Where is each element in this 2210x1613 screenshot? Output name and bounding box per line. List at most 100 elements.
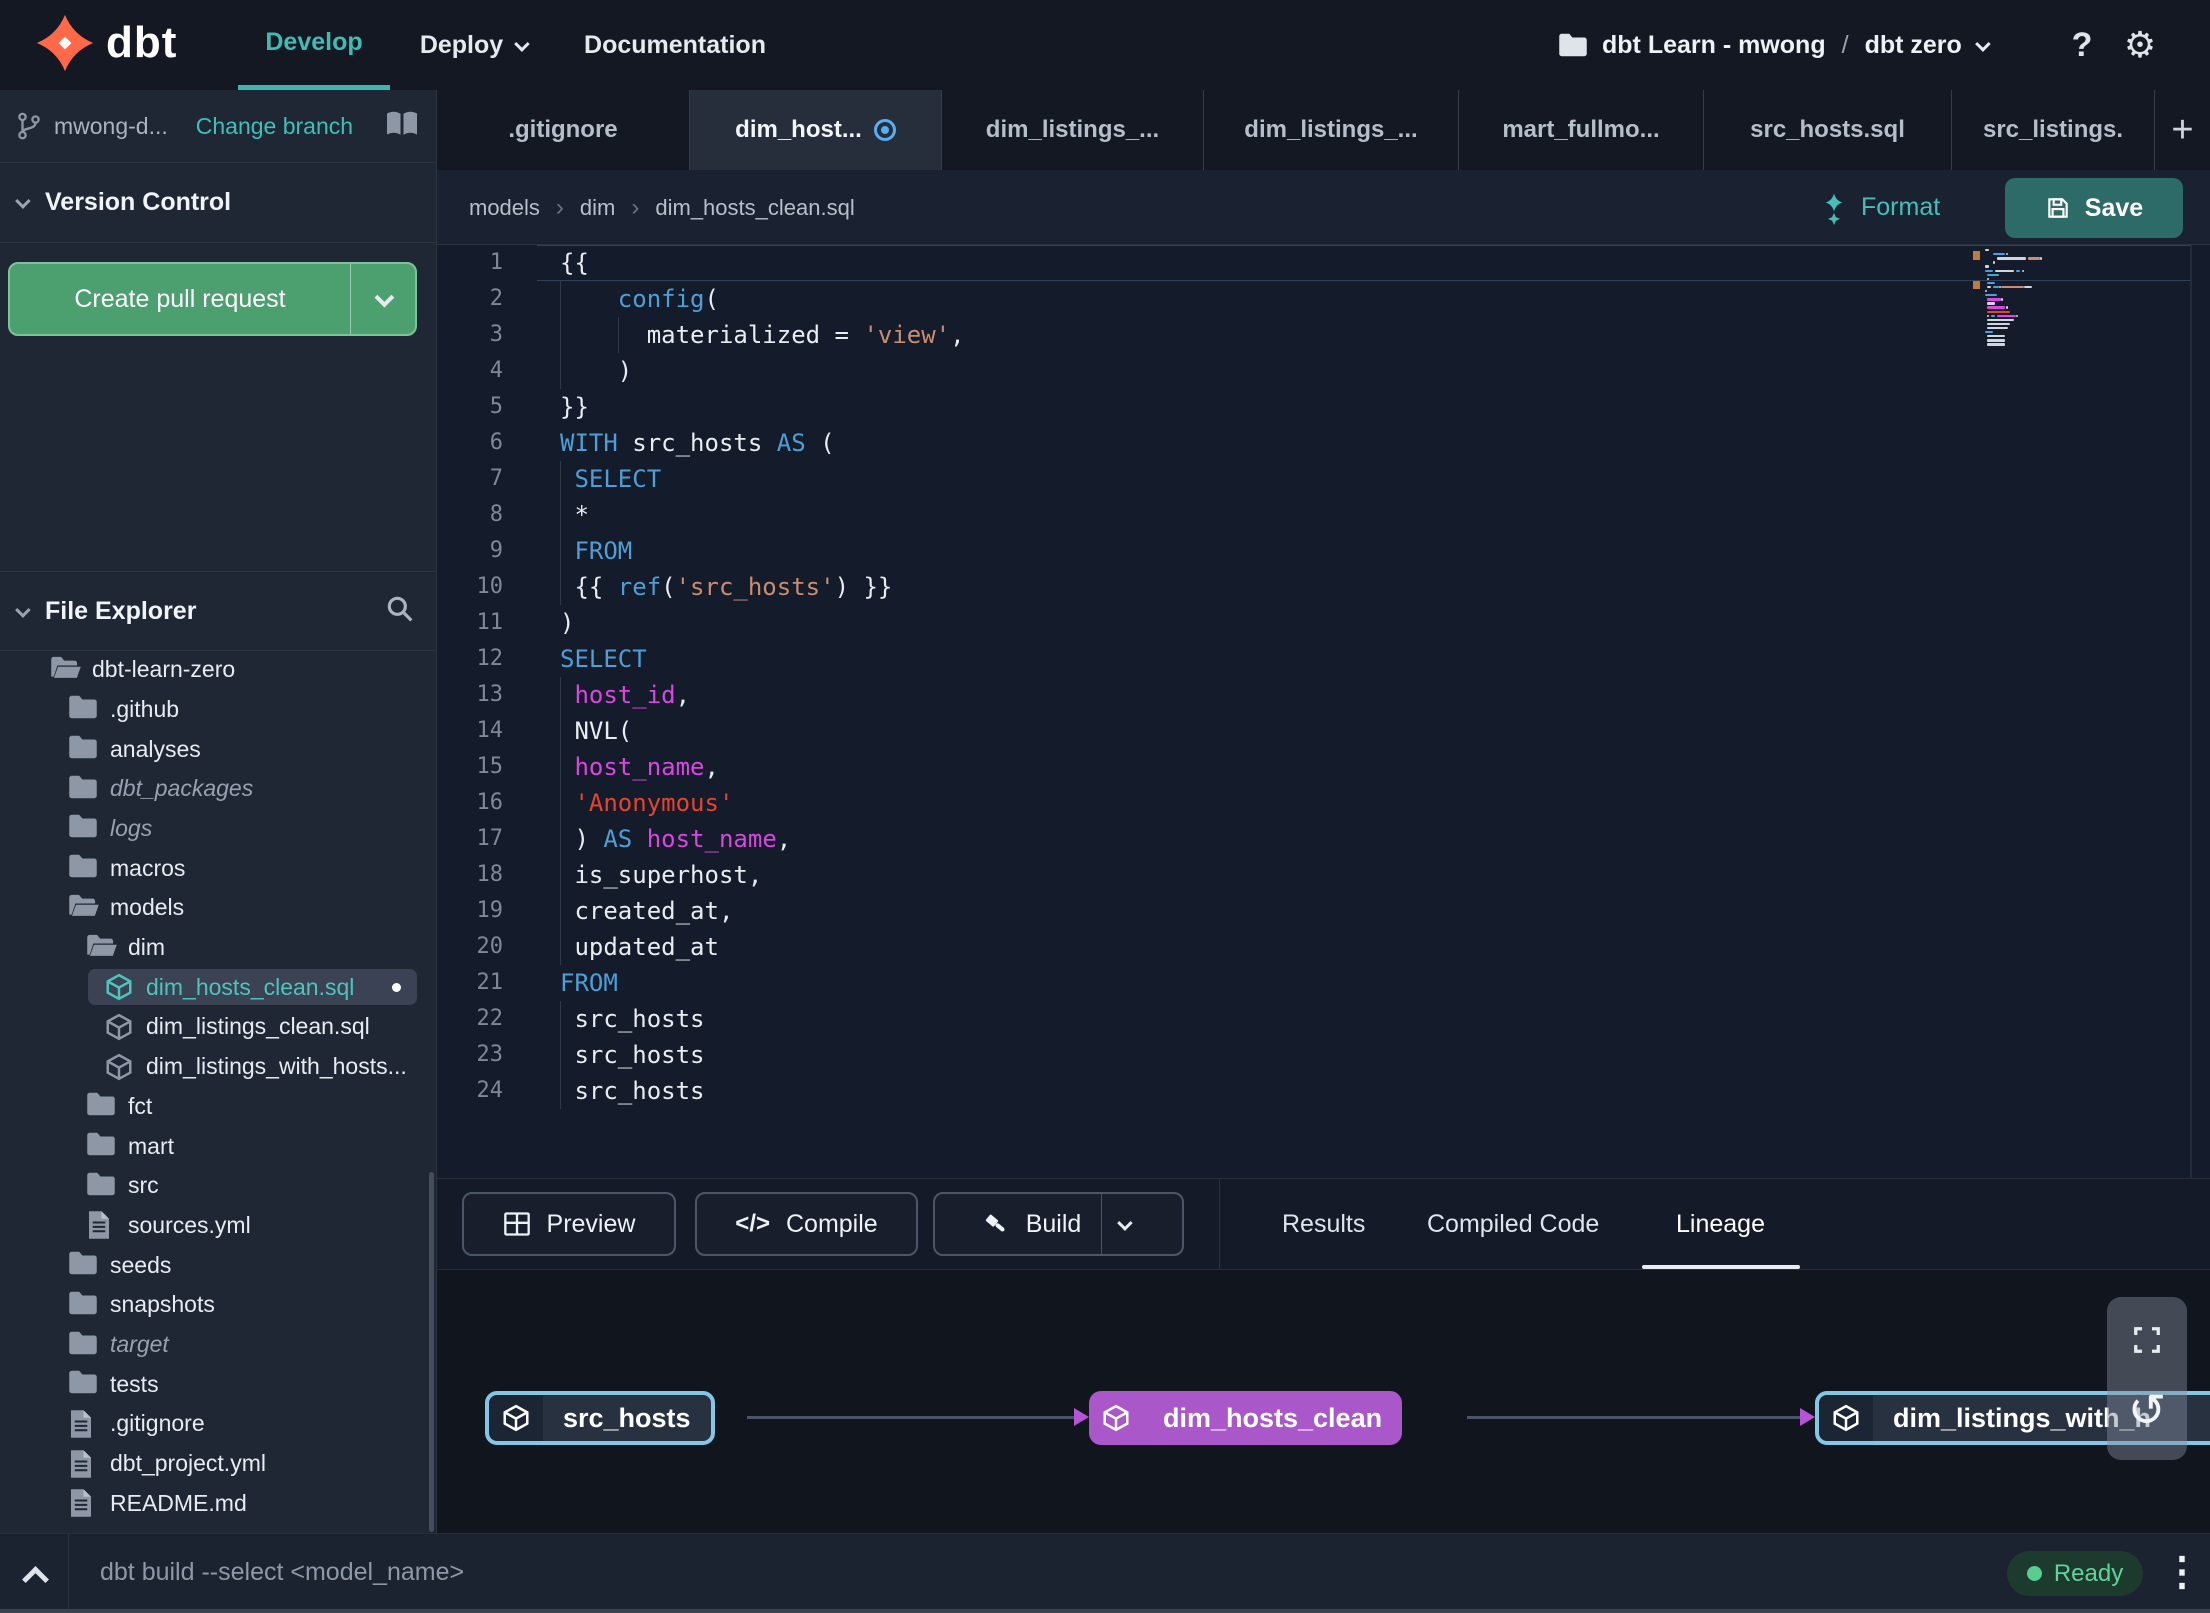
statusbar-divider: [68, 1534, 69, 1610]
version-control-header[interactable]: Version Control: [0, 163, 436, 243]
line-number: 24: [476, 1078, 504, 1103]
code-editor[interactable]: 1{{2 config(3 materialized = 'view', 4 ) 5…: [437, 245, 2210, 1178]
help-button[interactable]: ?: [2060, 0, 2104, 90]
lineage-label: Lineage: [1676, 1209, 1765, 1238]
branch-name: mwong-d...: [54, 112, 168, 139]
breadcrumb-models[interactable]: models: [469, 195, 540, 221]
line-number: 11: [476, 610, 504, 635]
project-name: dbt Learn - mwong: [1602, 30, 1826, 59]
nav-documentation[interactable]: Documentation: [570, 0, 780, 90]
file-icon: [68, 1449, 98, 1479]
chevron-up-icon[interactable]: [22, 1566, 49, 1593]
chevron-down-icon: [514, 35, 530, 52]
format-button[interactable]: Format: [1819, 170, 1940, 245]
button-divider: [1101, 1194, 1103, 1254]
editor-tab[interactable]: dim_host...: [690, 90, 942, 170]
code-line: 14 NVL(: [437, 713, 2210, 749]
project-selector[interactable]: dbt Learn - mwong / dbt zero: [1558, 0, 1991, 90]
file-tree-item[interactable]: tests: [0, 1365, 436, 1404]
settings-button[interactable]: ⚙: [2114, 0, 2166, 90]
search-icon[interactable]: [384, 593, 416, 625]
editor-tab[interactable]: src_listings.: [1952, 90, 2155, 170]
preview-button[interactable]: Preview: [462, 1192, 676, 1256]
file-tree-item[interactable]: dbt_packages: [0, 769, 436, 808]
file-tree-label: sources.yml: [128, 1211, 251, 1238]
file-tree-item[interactable]: snapshots: [0, 1285, 436, 1324]
editor-tab[interactable]: dim_listings_...: [1204, 90, 1459, 170]
line-number: 6: [489, 430, 503, 455]
file-tree-item[interactable]: target: [0, 1325, 436, 1364]
lineage-node-dim-hosts-clean[interactable]: dim_hosts_clean: [1089, 1391, 1403, 1445]
editor-tab[interactable]: .gitignore: [437, 90, 690, 170]
file-tree-item[interactable]: seeds: [0, 1246, 436, 1285]
nav-develop-label: Develop: [265, 28, 363, 56]
file-tree-label: dim_hosts_clean.sql: [146, 973, 355, 1000]
create-pull-request-label[interactable]: Create pull request: [10, 264, 351, 334]
nav-develop[interactable]: Develop: [238, 0, 390, 90]
chevron-down-icon: [374, 287, 395, 308]
file-tree-label: .gitignore: [110, 1410, 205, 1437]
file-tree-item[interactable]: dim: [0, 928, 436, 967]
chevron-down-icon[interactable]: [1117, 1214, 1133, 1231]
file-tree-item[interactable]: sources.yml: [0, 1206, 436, 1245]
kebab-menu[interactable]: ⋮: [2162, 1534, 2202, 1610]
reset-view-icon[interactable]: ↺: [2128, 1383, 2167, 1437]
file-tree-item[interactable]: macros: [0, 849, 436, 888]
file-tree-item[interactable]: mart: [0, 1127, 436, 1166]
sidebar-scrollbar[interactable]: [429, 1172, 434, 1532]
dbt-logo[interactable]: dbt: [36, 14, 177, 72]
file-tree-item[interactable]: README.md: [0, 1484, 436, 1523]
editor-tab[interactable]: dim_listings_...: [942, 90, 1204, 170]
code-line: 19 created_at,: [437, 893, 2210, 929]
environment-name: dbt zero: [1864, 30, 1962, 59]
file-tree-label: dbt_project.yml: [110, 1450, 266, 1477]
editor-tab[interactable]: src_hosts.sql: [1704, 90, 1952, 170]
editor-tab-label: dim_listings_...: [985, 116, 1160, 143]
breadcrumb-dim[interactable]: dim: [580, 195, 615, 221]
code-line: 12 SELECT: [437, 641, 2210, 677]
fullscreen-icon[interactable]: [2132, 1325, 2162, 1355]
tab-lineage[interactable]: Lineage: [1676, 1179, 1765, 1269]
command-input[interactable]: dbt build --select <model_name>: [100, 1534, 464, 1610]
code-line: 5}}: [437, 389, 2210, 425]
file-tree-item[interactable]: analyses: [0, 730, 436, 769]
editor-tab[interactable]: mart_fullmo...: [1459, 90, 1704, 170]
file-tree-item[interactable]: .github: [0, 690, 436, 729]
new-tab-button[interactable]: +: [2155, 90, 2210, 170]
tab-compiled-code[interactable]: Compiled Code: [1427, 1179, 1599, 1269]
create-pr-dropdown[interactable]: [351, 264, 415, 334]
file-tree-item[interactable]: dbt_project.yml: [0, 1444, 436, 1483]
save-button[interactable]: Save: [2005, 178, 2183, 238]
file-icon: [68, 1409, 98, 1439]
line-number: 16: [476, 790, 504, 815]
lineage-graph[interactable]: src_hosts dim_hosts_clean dim_listings_w…: [437, 1270, 2210, 1533]
file-tree-item[interactable]: fct: [0, 1087, 436, 1126]
nav-deploy[interactable]: Deploy: [398, 0, 548, 90]
build-button[interactable]: Build: [933, 1192, 1184, 1256]
code-line: 8 *: [437, 497, 2210, 533]
folder-icon: [68, 813, 98, 843]
file-tree-item[interactable]: dim_listings_clean.sql: [0, 1007, 436, 1046]
file-tree-label: seeds: [110, 1251, 172, 1278]
tab-results[interactable]: Results: [1282, 1179, 1365, 1269]
file-tree-item[interactable]: logs: [0, 809, 436, 848]
file-explorer-header[interactable]: File Explorer: [0, 571, 436, 651]
compile-button[interactable]: </> Compile: [695, 1192, 918, 1256]
node-label: src_hosts: [543, 1395, 711, 1441]
file-tree-item[interactable]: .gitignore: [0, 1404, 436, 1443]
file-tree-item[interactable]: src: [0, 1166, 436, 1205]
file-tree-item[interactable]: dim_listings_with_hosts...: [0, 1047, 436, 1086]
file-tree-item[interactable]: dbt-learn-zero: [0, 650, 436, 689]
docs-book-icon[interactable]: [384, 108, 420, 140]
unsaved-dot-icon: [392, 982, 401, 992]
line-number: 13: [476, 682, 504, 707]
chevron-right-icon: ›: [555, 193, 564, 221]
version-control-title: Version Control: [45, 188, 232, 216]
file-tree-label: models: [110, 894, 185, 921]
save-icon: [2045, 195, 2071, 221]
file-tree-item[interactable]: dim_hosts_clean.sql: [0, 968, 436, 1007]
create-pull-request-button[interactable]: Create pull request: [8, 262, 417, 336]
change-branch-link[interactable]: Change branch: [196, 113, 353, 140]
lineage-node-src-hosts[interactable]: src_hosts: [485, 1391, 715, 1445]
file-tree-item[interactable]: models: [0, 888, 436, 927]
